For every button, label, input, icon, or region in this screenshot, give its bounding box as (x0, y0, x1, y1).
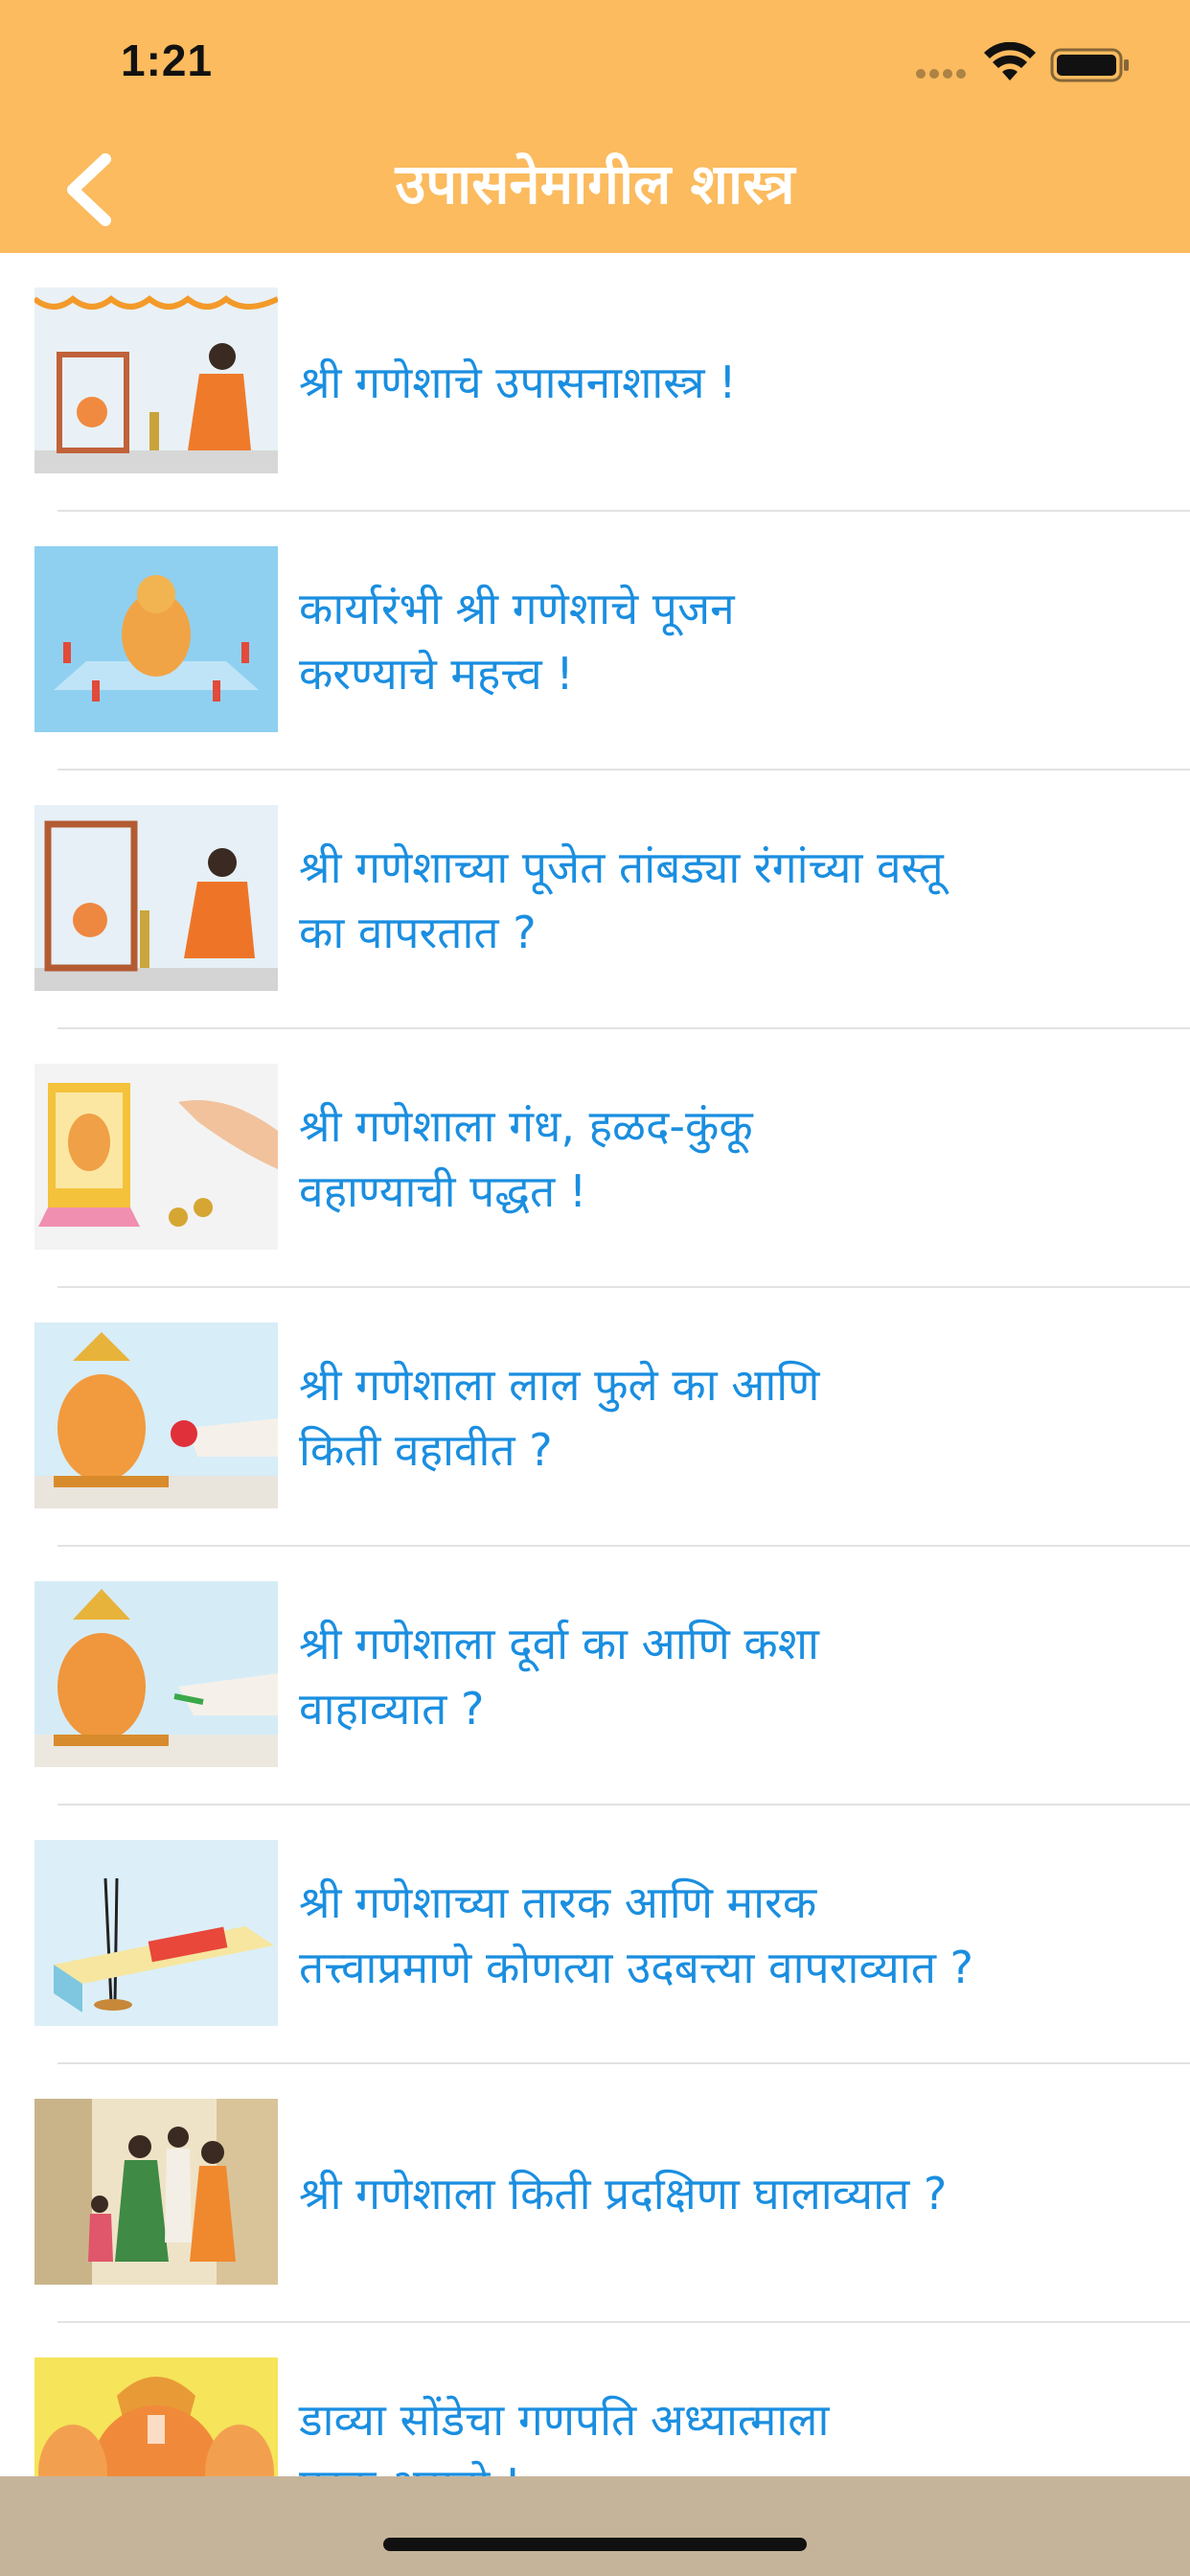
navigation-header: 1:21 उपासनेमागील शास्त्र (0, 0, 1190, 253)
list-item[interactable]: कार्यारंभी श्री गणेशाचे पूजन करण्याचे महत… (0, 512, 1190, 770)
article-title-link[interactable]: कार्यारंभी श्री गणेशाचे पूजन करण्याचे महत… (299, 512, 1161, 770)
article-title-link[interactable]: श्री गणेशाला किती प्रदक्षिणा घालाव्यात ? (299, 2064, 1161, 2323)
list-item[interactable]: श्री गणेशाच्या तारक आणि मारक तत्त्वाप्रमा… (0, 1806, 1190, 2064)
article-thumbnail-image (34, 546, 278, 732)
article-thumbnail-image (34, 1322, 278, 1508)
list-item[interactable]: श्री गणेशाला किती प्रदक्षिणा घालाव्यात ? (0, 2064, 1190, 2323)
article-title-link[interactable]: श्री गणेशाला दूर्वा का आणि कशा वाहाव्यात … (299, 1547, 1161, 1806)
article-title-link[interactable]: श्री गणेशाला लाल फुले का आणि किती वहावीत … (299, 1288, 1161, 1547)
list-item[interactable]: श्री गणेशाला गंध, हळद-कुंकू वहाण्याची पद्… (0, 1029, 1190, 1288)
article-title-link[interactable]: श्री गणेशाचे उपासनाशास्त्र ! (299, 253, 1161, 512)
page-title: उपासनेमागील शास्त्र (395, 151, 795, 217)
article-thumbnail-image (34, 1840, 278, 2026)
article-title-link[interactable]: श्री गणेशाला गंध, हळद-कुंकू वहाण्याची पद्… (299, 1029, 1161, 1288)
cellular-signal-icon (916, 69, 970, 80)
list-item[interactable]: श्री गणेशाचे उपासनाशास्त्र ! (0, 253, 1190, 512)
article-thumbnail-image (34, 1581, 278, 1767)
status-bar-time: 1:21 (121, 35, 214, 85)
article-thumbnail-image (34, 805, 278, 991)
bottom-safe-area (0, 2476, 1190, 2576)
list-item[interactable]: श्री गणेशाच्या पूजेत तांबड्या रंगांच्या … (0, 770, 1190, 1029)
article-title-link[interactable]: श्री गणेशाच्या तारक आणि मारक तत्त्वाप्रमा… (299, 1806, 1161, 2064)
list-item[interactable]: श्री गणेशाला लाल फुले का आणि किती वहावीत … (0, 1288, 1190, 1547)
wifi-icon (984, 42, 1036, 80)
article-thumbnail-image (34, 288, 278, 473)
article-title-link[interactable]: श्री गणेशाच्या पूजेत तांबड्या रंगांच्या … (299, 770, 1161, 1029)
article-thumbnail-image (34, 2099, 278, 2285)
list-item[interactable]: श्री गणेशाला दूर्वा का आणि कशा वाहाव्यात … (0, 1547, 1190, 1806)
home-indicator[interactable] (383, 2538, 807, 2551)
battery-icon (1050, 48, 1129, 82)
article-thumbnail-image (34, 1064, 278, 1250)
